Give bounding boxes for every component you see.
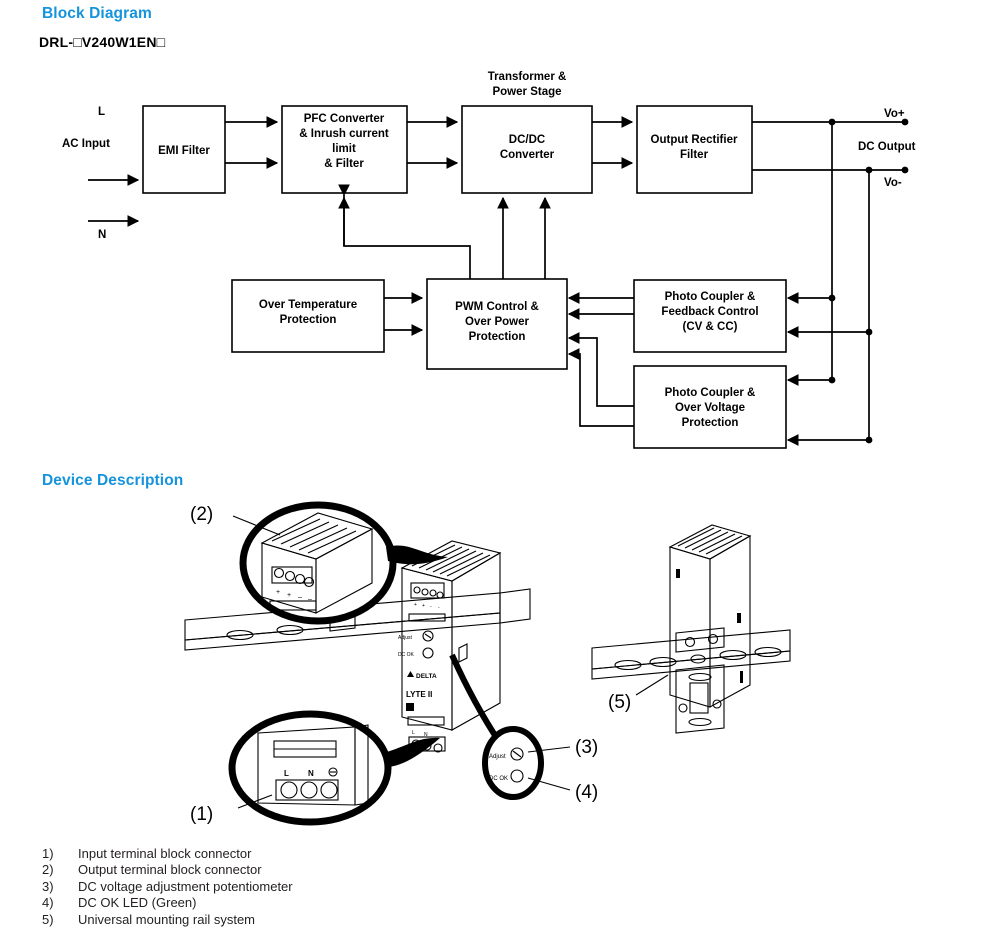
svg-text:-: - (430, 604, 432, 610)
ac-input-group: L . AC Input . . N (62, 106, 140, 241)
block-over-temperature: Over Temperature Protection (231, 279, 385, 353)
legend-item: 4) DC OK LED (Green) (42, 895, 293, 911)
callout-1-group: L N (1) (190, 710, 440, 826)
block-dcdc-line1: DC/DC (509, 134, 545, 146)
ovp-feedback-wires (567, 332, 634, 427)
block-photocoupler-ovp: Photo Coupler & Over Voltage Protection (633, 365, 787, 449)
label-ac-input: AC Input (62, 138, 110, 150)
block-pwm-line1: PWM Control & (455, 301, 539, 313)
legend-list: 1) Input terminal block connector 2) Out… (42, 846, 293, 928)
transformer-caption: Transformer & Power Stage (488, 71, 567, 98)
block-dcdc-converter: DC/DC Converter (461, 105, 593, 194)
block-pfc-converter: PFC Converter & Inrush current limit & F… (281, 105, 408, 194)
block-pfc-line3: limit (332, 143, 356, 155)
label-line-l: L (98, 106, 105, 118)
adjust-and-led-group: Adjust DC OK (398, 630, 434, 659)
legend-number: 4) (42, 895, 54, 911)
block-emi-filter: EMI Filter (142, 105, 226, 194)
block-rect-line2: Filter (680, 149, 709, 161)
callout-2-number: (2) (190, 504, 213, 525)
legend-item: 1) Input terminal block connector (42, 846, 293, 862)
device-description-illustration: + + -- Adjust DC OK DELTA LYTE II L N + … (184, 501, 791, 826)
callout-2-group: + + – – (2) (190, 501, 448, 625)
legend-number: 5) (42, 911, 54, 927)
device-description-heading: Device Description (42, 472, 184, 489)
block-pcov-line1: Photo Coupler & (665, 387, 756, 399)
label-vo-minus: Vo- (884, 177, 902, 189)
label-dc-output: DC Output (858, 141, 916, 153)
callout-3-number: (3) (575, 737, 598, 758)
block-emi-filter-label: EMI Filter (158, 145, 210, 157)
block-pfc-line1: PFC Converter (304, 113, 385, 125)
block-pcfb-line1: Photo Coupler & (665, 291, 756, 303)
brand-label: DELTA (416, 673, 437, 680)
callout-5-number: (5) (608, 692, 631, 713)
legend-text: DC OK LED (Green) (78, 895, 197, 911)
block-rect-line1: Output Rectifier (651, 134, 738, 146)
callout-4-dcok-label: DC OK (489, 776, 508, 782)
block-otp-line1: Over Temperature (259, 299, 357, 311)
terminal-l-label: L (412, 730, 415, 736)
label-vo-plus: Vo+ (884, 108, 905, 120)
block-pfc-line2: & Inrush current (299, 128, 389, 140)
block-pfc-line4: & Filter (324, 158, 364, 170)
model-label: LYTE II (406, 690, 432, 699)
block-pcov-line3: Protection (682, 417, 739, 429)
block-pwm-control: PWM Control & Over Power Protection (426, 278, 568, 370)
caption-transformer-line1: Transformer & (488, 71, 567, 83)
legend-item: 5) Universal mounting rail system (42, 912, 293, 928)
output-terminal-block: + + -- (408, 582, 446, 622)
block-pcov-line2: Over Voltage (675, 402, 745, 414)
callout-34-group: Adjust DC OK (3) (4) (449, 653, 598, 803)
block-dcdc-line2: Converter (500, 149, 555, 161)
legend-text: Universal mounting rail system (78, 911, 256, 927)
block-photocoupler-feedback: Photo Coupler & Feedback Control (CV & C… (633, 279, 787, 353)
label-line-n: N (98, 229, 106, 241)
din-rail-mount-right: (5) (591, 524, 791, 734)
block-pcfb-line2: Feedback Control (661, 306, 758, 318)
callout-4-number: (4) (575, 782, 598, 803)
pwm-control-feeds (338, 184, 551, 279)
block-diagram-heading: Block Diagram (42, 5, 152, 22)
legend-text: Output terminal block connector (78, 862, 262, 878)
model-number: DRL-□V240W1EN□ (39, 34, 166, 50)
legend-item: 2) Output terminal block connector (42, 862, 293, 878)
legend-number: 1) (42, 846, 54, 861)
svg-text:–: – (308, 596, 312, 603)
callout-3-adjust-label: Adjust (489, 754, 506, 760)
dc-ok-label: DC OK (398, 652, 415, 658)
legend-text: Input terminal block connector (78, 846, 252, 861)
block-pcfb-line3: (CV & CC) (683, 321, 738, 333)
svg-text:-: - (438, 605, 440, 611)
block-pwm-line2: Over Power (465, 316, 529, 328)
svg-text:+: + (422, 603, 425, 609)
callout-1-number: (1) (190, 804, 213, 825)
svg-text:+: + (414, 602, 417, 608)
svg-text:+: + (276, 589, 280, 596)
adjust-label: Adjust (398, 635, 413, 641)
svg-text:+: + (287, 592, 291, 599)
legend-number: 2) (42, 862, 54, 878)
legend-item: 3) DC voltage adjustment potentiometer (42, 879, 293, 895)
callout-1-terminal-l: L (284, 769, 289, 778)
block-diagram: L . AC Input . . N EMI Filter PFC Conver… (62, 71, 916, 449)
block-output-rectifier: Output Rectifier Filter (636, 105, 753, 194)
legend-number: 3) (42, 878, 54, 894)
brand-mark: DELTA LYTE II (406, 671, 437, 711)
svg-text:–: – (298, 594, 302, 601)
callout-1-terminal-n: N (308, 769, 314, 778)
caption-transformer-line2: Power Stage (492, 86, 561, 98)
legend-text: DC voltage adjustment potentiometer (78, 878, 293, 894)
block-otp-line2: Protection (280, 314, 337, 326)
block-pwm-line3: Protection (469, 331, 526, 343)
